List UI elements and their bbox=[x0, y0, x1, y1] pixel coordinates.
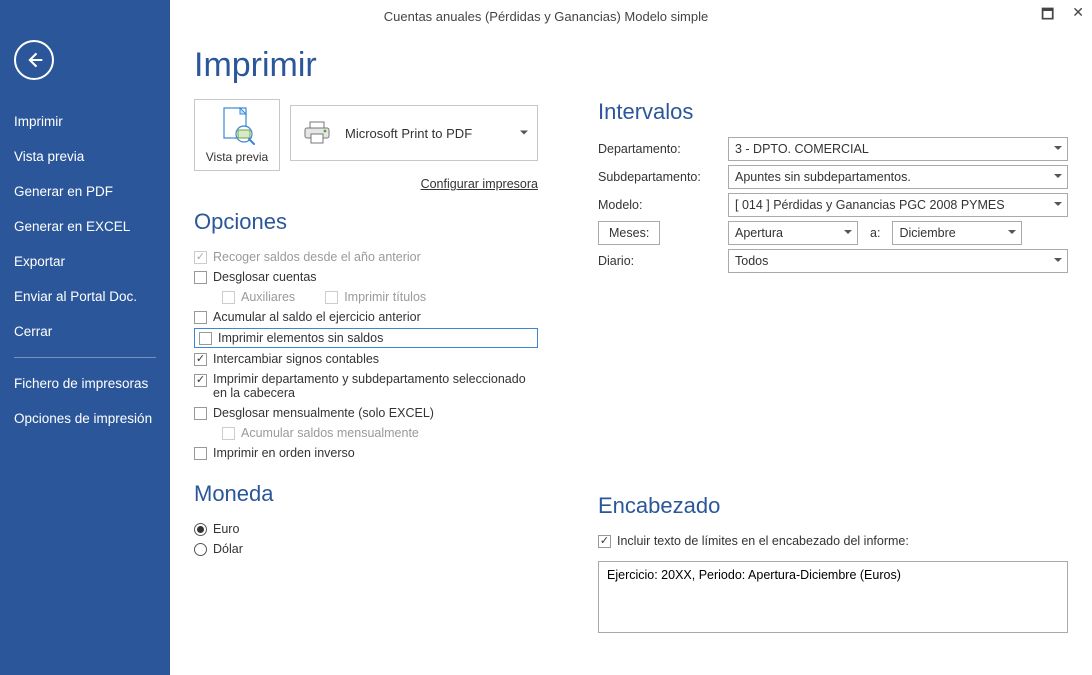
opt-imprimir-dpto-cabecera[interactable]: Imprimir departamento y subdepartamento … bbox=[194, 369, 538, 403]
opt-acumular-saldo[interactable]: Acumular al saldo el ejercicio anterior bbox=[194, 307, 538, 327]
sidebar-item-opciones-impresion[interactable]: Opciones de impresión bbox=[0, 401, 170, 436]
label-meses: Meses: bbox=[598, 221, 660, 245]
currency-dolar[interactable]: Dólar bbox=[194, 539, 538, 559]
opt-label: Intercambiar signos contables bbox=[213, 352, 379, 366]
opt-recoger-saldos: Recoger saldos desde el año anterior bbox=[194, 247, 538, 267]
sidebar-item-generar-pdf[interactable]: Generar en PDF bbox=[0, 174, 170, 209]
combo-diario[interactable]: Todos bbox=[728, 249, 1068, 273]
checkbox-icon[interactable] bbox=[194, 407, 207, 420]
label-diario: Diario: bbox=[598, 254, 728, 268]
document-preview-icon bbox=[199, 106, 275, 146]
label-subdepartamento: Subdepartamento: bbox=[598, 170, 728, 184]
checkbox-icon bbox=[222, 427, 235, 440]
sidebar-item-generar-excel[interactable]: Generar en EXCEL bbox=[0, 209, 170, 244]
combo-modelo[interactable]: [ 014 ] Pérdidas y Ganancias PGC 2008 PY… bbox=[728, 193, 1068, 217]
encabezado-heading: Encabezado bbox=[598, 493, 1068, 519]
checkbox-icon[interactable] bbox=[194, 271, 207, 284]
combo-value: 3 - DPTO. COMERCIAL bbox=[735, 142, 869, 156]
opt-label: Auxiliares bbox=[241, 290, 295, 304]
intervalos-heading: Intervalos bbox=[598, 99, 1068, 125]
checkbox-icon bbox=[325, 291, 338, 304]
label-modelo: Modelo: bbox=[598, 198, 728, 212]
right-column: Intervalos Departamento: 3 - DPTO. COMER… bbox=[598, 99, 1068, 636]
opt-desglosar-mensual[interactable]: Desglosar mensualmente (solo EXCEL) bbox=[194, 403, 538, 423]
chevron-down-icon bbox=[1053, 254, 1063, 268]
configurar-impresora-link[interactable]: Configurar impresora bbox=[194, 177, 538, 191]
opt-imprimir-sin-saldos[interactable]: Imprimir elementos sin saldos bbox=[199, 331, 533, 345]
opt-label: Imprimir departamento y subdepartamento … bbox=[213, 372, 538, 400]
sidebar-item-exportar[interactable]: Exportar bbox=[0, 244, 170, 279]
sidebar-separator bbox=[14, 357, 156, 358]
opt-label: Incluir texto de límites en el encabezad… bbox=[617, 534, 909, 548]
left-column: Vista previa Microsoft Print to PDF bbox=[194, 99, 538, 636]
checkbox-icon[interactable] bbox=[194, 311, 207, 324]
chevron-down-icon bbox=[1053, 198, 1063, 212]
opt-label: Acumular al saldo el ejercicio anterior bbox=[213, 310, 421, 324]
opt-label: Acumular saldos mensualmente bbox=[241, 426, 419, 440]
combo-value: [ 014 ] Pérdidas y Ganancias PGC 2008 PY… bbox=[735, 198, 1005, 212]
combo-mes-hasta[interactable]: Diciembre bbox=[892, 221, 1022, 245]
opt-label: Imprimir elementos sin saldos bbox=[218, 331, 383, 345]
checkbox-icon[interactable] bbox=[199, 332, 212, 345]
opt-incluir-limites[interactable]: Incluir texto de límites en el encabezad… bbox=[598, 531, 1068, 551]
opt-auxiliares: Auxiliares Imprimir títulos bbox=[194, 287, 538, 307]
radio-label: Euro bbox=[213, 522, 239, 536]
sidebar: Imprimir Vista previa Generar en PDF Gen… bbox=[0, 0, 170, 675]
checkbox-icon bbox=[222, 291, 235, 304]
checkbox-icon[interactable] bbox=[194, 353, 207, 366]
moneda-heading: Moneda bbox=[194, 481, 538, 507]
currency-euro[interactable]: Euro bbox=[194, 519, 538, 539]
back-button[interactable] bbox=[14, 40, 54, 80]
opt-label: Imprimir títulos bbox=[344, 290, 426, 304]
opt-desglosar-cuentas[interactable]: Desglosar cuentas bbox=[194, 267, 538, 287]
combo-value: Todos bbox=[735, 254, 768, 268]
combo-mes-desde[interactable]: Apertura bbox=[728, 221, 858, 245]
chevron-down-icon bbox=[843, 226, 853, 240]
combo-value: Apertura bbox=[735, 226, 783, 240]
page-title: Imprimir bbox=[194, 46, 1068, 85]
chevron-down-icon bbox=[1053, 170, 1063, 184]
printer-select[interactable]: Microsoft Print to PDF bbox=[290, 105, 538, 161]
vista-previa-button[interactable]: Vista previa bbox=[194, 99, 280, 171]
combo-value: Apuntes sin subdepartamentos. bbox=[735, 170, 911, 184]
back-arrow-icon bbox=[24, 50, 44, 70]
print-preview-row: Vista previa Microsoft Print to PDF bbox=[194, 99, 538, 171]
printer-name: Microsoft Print to PDF bbox=[345, 126, 472, 141]
main-panel: Imprimir Vista previa bbox=[170, 0, 1092, 675]
opt-label: Desglosar cuentas bbox=[213, 270, 317, 284]
opt-label: Desglosar mensualmente (solo EXCEL) bbox=[213, 406, 434, 420]
radio-label: Dólar bbox=[213, 542, 243, 556]
opt-intercambiar-signos[interactable]: Intercambiar signos contables bbox=[194, 349, 538, 369]
opt-acumular-mensual: Acumular saldos mensualmente bbox=[194, 423, 538, 443]
vista-previa-label: Vista previa bbox=[206, 150, 268, 164]
checkbox-icon bbox=[194, 251, 207, 264]
checkbox-icon[interactable] bbox=[194, 447, 207, 460]
encabezado-textarea[interactable] bbox=[598, 561, 1068, 633]
chevron-down-icon bbox=[1007, 226, 1017, 240]
opciones-heading: Opciones bbox=[194, 209, 538, 235]
sidebar-item-enviar-portal[interactable]: Enviar al Portal Doc. bbox=[0, 279, 170, 314]
combo-subdepartamento[interactable]: Apuntes sin subdepartamentos. bbox=[728, 165, 1068, 189]
printer-icon bbox=[301, 117, 333, 149]
sidebar-item-cerrar[interactable]: Cerrar bbox=[0, 314, 170, 349]
checkbox-icon[interactable] bbox=[598, 535, 611, 548]
label-departamento: Departamento: bbox=[598, 142, 728, 156]
checkbox-icon[interactable] bbox=[194, 374, 207, 387]
radio-icon[interactable] bbox=[194, 523, 207, 536]
combo-departamento[interactable]: 3 - DPTO. COMERCIAL bbox=[728, 137, 1068, 161]
label-a: a: bbox=[870, 226, 880, 240]
sidebar-item-imprimir[interactable]: Imprimir bbox=[0, 104, 170, 139]
sidebar-item-fichero-impresoras[interactable]: Fichero de impresoras bbox=[0, 366, 170, 401]
radio-icon[interactable] bbox=[194, 543, 207, 556]
chevron-down-icon bbox=[519, 126, 529, 141]
sidebar-item-vista-previa[interactable]: Vista previa bbox=[0, 139, 170, 174]
highlighted-option: Imprimir elementos sin saldos bbox=[194, 328, 538, 348]
combo-value: Diciembre bbox=[899, 226, 955, 240]
chevron-down-icon bbox=[1053, 142, 1063, 156]
opt-orden-inverso[interactable]: Imprimir en orden inverso bbox=[194, 443, 538, 463]
opt-label: Recoger saldos desde el año anterior bbox=[213, 250, 421, 264]
opt-label: Imprimir en orden inverso bbox=[213, 446, 355, 460]
intervals-grid: Departamento: 3 - DPTO. COMERCIAL Subdep… bbox=[598, 137, 1068, 273]
